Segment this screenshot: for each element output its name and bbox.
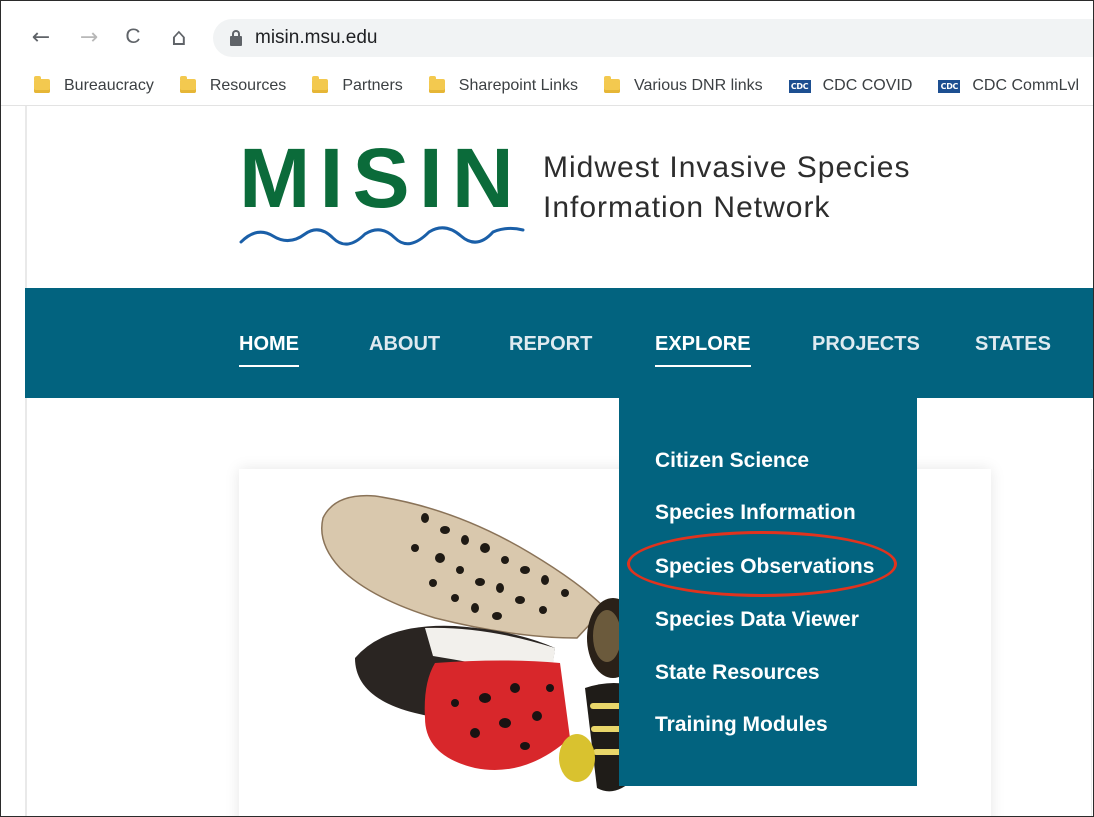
logo-tagline-line1: Midwest Invasive Species (543, 151, 911, 184)
url-text[interactable]: misin.msu.edu (255, 27, 378, 49)
reload-icon[interactable]: C (119, 23, 147, 51)
bookmark-label: Sharepoint Links (458, 77, 578, 94)
nav-explore[interactable]: EXPLORE (655, 333, 751, 367)
address-bar[interactable]: misin.msu.edu (213, 19, 1093, 57)
browser-toolbar: ← → C ⌂ misin.msu.edu (1, 1, 1093, 67)
web-page: MISIN Midwest Invasive Species Informati… (25, 106, 1093, 816)
folder-icon (34, 76, 50, 93)
bookmarks-bar: Bureaucracy Resources Partners Sharepoin… (1, 67, 1093, 106)
nav-report[interactable]: REPORT (509, 333, 592, 365)
menu-item-citizen-science[interactable]: Citizen Science (655, 449, 809, 473)
bookmark-label: Resources (209, 77, 287, 94)
nav-about[interactable]: ABOUT (369, 333, 440, 365)
menu-item-species-information[interactable]: Species Information (655, 501, 856, 525)
menu-item-state-resources[interactable]: State Resources (655, 661, 820, 685)
folder-icon (179, 76, 196, 93)
back-arrow-icon[interactable]: ← (27, 23, 55, 51)
lock-icon (229, 30, 243, 46)
bookmark-cdc-covid[interactable]: CDC CDC COVID (788, 77, 913, 95)
bookmark-resources[interactable]: Resources (179, 76, 287, 95)
menu-item-species-data-viewer[interactable]: Species Data Viewer (655, 608, 859, 632)
bookmark-various-dnr-links[interactable]: Various DNR links (603, 76, 763, 95)
folder-icon (312, 76, 329, 93)
bookmark-label: CDC COVID (822, 77, 913, 94)
bookmark-bureaucracy[interactable]: Bureaucracy (34, 76, 154, 95)
bookmark-partners[interactable]: Partners (312, 76, 403, 95)
nav-projects[interactable]: PROJECTS (812, 333, 920, 365)
cdc-icon: CDC (938, 79, 961, 93)
menu-item-training-modules[interactable]: Training Modules (655, 713, 828, 737)
nav-home[interactable]: HOME (239, 333, 299, 367)
page-edge (25, 106, 27, 816)
spotted-lanternfly-image (321, 494, 640, 792)
bookmark-label: CDC CommLvl (972, 77, 1080, 94)
folder-icon (603, 76, 620, 93)
logo-tagline-line2: Information Network (543, 191, 831, 224)
cdc-icon: CDC (788, 79, 811, 93)
forward-arrow-icon[interactable]: → (75, 23, 103, 51)
explore-dropdown-menu: Citizen Science Species Information Spec… (619, 398, 917, 786)
home-icon[interactable]: ⌂ (165, 23, 193, 51)
bookmark-cdc-commlvl[interactable]: CDC CDC CommLvl (938, 77, 1079, 95)
browser-window: ← → C ⌂ misin.msu.edu Bureaucracy Resour… (0, 0, 1094, 817)
main-navbar: HOME ABOUT REPORT EXPLORE PROJECTS STATE… (25, 288, 1093, 398)
wave-logo-icon (239, 226, 525, 246)
bookmark-label: Bureaucracy (64, 77, 154, 94)
bookmark-label: Various DNR links (633, 77, 763, 94)
misin-logo-wordmark[interactable]: MISIN (239, 136, 523, 220)
bookmark-sharepoint-links[interactable]: Sharepoint Links (428, 76, 578, 95)
bookmark-label: Partners (342, 77, 403, 94)
menu-item-species-observations[interactable]: Species Observations (655, 555, 874, 579)
nav-states[interactable]: STATES (975, 333, 1051, 365)
folder-icon (428, 76, 445, 93)
